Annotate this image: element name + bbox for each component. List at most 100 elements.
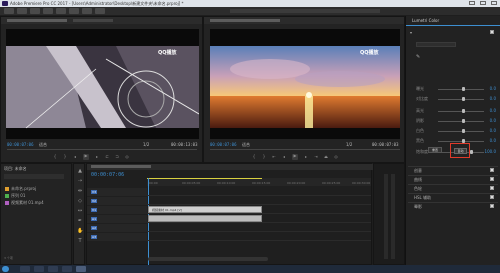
menu-clip[interactable]: [30, 8, 40, 14]
step-back-icon[interactable]: ◂: [282, 155, 286, 159]
export-frame-icon[interactable]: ◎: [125, 155, 129, 159]
timeline-timecode[interactable]: 00:00:07:06: [91, 172, 124, 178]
slider-exposure[interactable]: 曝光 0.0: [410, 86, 496, 92]
slider-contrast[interactable]: 对比度 0.0: [410, 96, 496, 102]
hsl-secondary-checkbox[interactable]: [490, 195, 494, 199]
video-clip[interactable]: 视频素材 01.mp4 [V]: [148, 206, 262, 213]
program-scrub-bar[interactable]: [210, 149, 400, 150]
track-select-icon[interactable]: ⇢: [77, 178, 83, 184]
audio-clip[interactable]: [148, 215, 262, 222]
source-fit-label[interactable]: 适合: [39, 142, 47, 148]
effect-controls-tab[interactable]: [73, 19, 113, 22]
slider-knob[interactable]: [462, 119, 465, 123]
basic-correction-checkbox[interactable]: [490, 30, 494, 34]
slider-knob[interactable]: [462, 129, 465, 133]
type-tool-icon[interactable]: T: [77, 238, 83, 244]
creative-section[interactable]: 创意: [408, 166, 498, 173]
color-wheels-checkbox[interactable]: [490, 186, 494, 190]
sequence-tab[interactable]: [91, 165, 151, 168]
menu-window[interactable]: [82, 8, 92, 14]
step-forward-icon[interactable]: ▸: [95, 155, 99, 159]
mark-in-icon[interactable]: {: [252, 155, 256, 159]
taskbar-app[interactable]: [20, 266, 30, 272]
taskbar-app[interactable]: [48, 266, 58, 272]
project-item[interactable]: 未命名.prproj: [5, 186, 36, 192]
razor-tool-icon[interactable]: ◇: [77, 198, 83, 204]
program-monitor-tab[interactable]: [210, 19, 280, 22]
work-area-bar[interactable]: [147, 178, 262, 179]
maximize-button[interactable]: [480, 1, 486, 5]
minimize-button[interactable]: [469, 1, 475, 5]
menu-edit[interactable]: [17, 8, 27, 14]
play-button[interactable]: ▶: [83, 154, 89, 160]
slider-knob[interactable]: [470, 150, 473, 154]
source-scrub-bar[interactable]: [7, 149, 197, 150]
source-zoom-label[interactable]: 1/2: [143, 142, 149, 147]
ripple-edit-icon[interactable]: ⇹: [77, 188, 83, 194]
selection-tool-icon[interactable]: ▲: [77, 168, 83, 174]
menu-sequence[interactable]: [43, 8, 53, 14]
slider-knob[interactable]: [462, 87, 465, 91]
menu-file[interactable]: [4, 8, 14, 14]
basic-correction-header[interactable]: ▾: [408, 29, 498, 36]
start-button[interactable]: [2, 266, 9, 272]
mark-in-icon[interactable]: {: [53, 155, 57, 159]
mark-out-icon[interactable]: }: [262, 155, 266, 159]
workspace-tabs[interactable]: [230, 9, 380, 13]
track-target-button[interactable]: V2: [91, 199, 97, 203]
go-to-in-icon[interactable]: ⇤: [272, 155, 276, 159]
track-target-button[interactable]: V1: [91, 208, 97, 212]
auto-button[interactable]: 自动: [454, 148, 467, 154]
menu-help[interactable]: [95, 8, 105, 14]
timeline-scrollbar[interactable]: [148, 257, 268, 261]
menu-title[interactable]: [69, 8, 79, 14]
vignette-section[interactable]: 晕影: [408, 202, 498, 209]
step-forward-icon[interactable]: ▸: [304, 155, 308, 159]
creative-checkbox[interactable]: [490, 168, 494, 172]
taskbar-app[interactable]: [34, 266, 44, 272]
curves-section[interactable]: 曲线: [408, 175, 498, 182]
hand-tool-icon[interactable]: ✋: [77, 228, 83, 234]
vignette-checkbox[interactable]: [490, 204, 494, 208]
close-button[interactable]: [491, 1, 497, 5]
project-item[interactable]: 序列 01: [5, 193, 25, 199]
project-search-input[interactable]: [4, 174, 64, 179]
slider-knob[interactable]: [462, 97, 465, 101]
insert-icon[interactable]: ⊏: [105, 155, 109, 159]
export-frame-icon[interactable]: ◎: [334, 155, 338, 159]
project-item[interactable]: 视频素材 01.mp4: [5, 200, 44, 206]
menu-marker[interactable]: [56, 8, 66, 14]
slider-knob[interactable]: [462, 109, 465, 113]
play-button[interactable]: ▶: [292, 154, 298, 160]
timeline-ruler[interactable]: 00:00 00:00:05:00 00:00:10:00 00:00:15:0…: [147, 178, 371, 186]
slider-highlights[interactable]: 高光 0.0: [410, 108, 496, 114]
overwrite-icon[interactable]: ⊐: [115, 155, 119, 159]
step-back-icon[interactable]: ◂: [73, 155, 77, 159]
taskbar-app-premiere[interactable]: [76, 266, 86, 272]
lut-dropdown[interactable]: [416, 42, 456, 47]
eyedropper-icon[interactable]: ✎: [416, 54, 422, 60]
mark-out-icon[interactable]: }: [63, 155, 67, 159]
go-to-out-icon[interactable]: ⇥: [314, 155, 318, 159]
slider-whites[interactable]: 白色 0.0: [410, 128, 496, 134]
program-fit-label[interactable]: 适合: [242, 142, 250, 148]
taskbar-app[interactable]: [62, 266, 72, 272]
track-target-button[interactable]: A1: [91, 217, 97, 221]
track-target-button[interactable]: V3: [91, 190, 97, 194]
curves-checkbox[interactable]: [490, 177, 494, 181]
source-monitor-tab[interactable]: [7, 19, 67, 22]
slider-shadows[interactable]: 阴影 0.0: [410, 118, 496, 124]
track-target-button[interactable]: A2: [91, 226, 97, 230]
source-video-frame[interactable]: QQ播放: [6, 29, 199, 139]
program-video-frame[interactable]: QQ播放: [210, 29, 400, 139]
color-wheels-section[interactable]: 色轮: [408, 184, 498, 191]
project-title[interactable]: 项目: 未命名: [4, 166, 27, 172]
lift-icon[interactable]: ⏏: [324, 155, 328, 159]
pen-tool-icon[interactable]: ✒: [77, 218, 83, 224]
program-zoom-label[interactable]: 1/2: [346, 142, 352, 147]
hsl-secondary-section[interactable]: HSL 辅助: [408, 193, 498, 200]
lumetri-title[interactable]: Lumetri Color: [412, 18, 439, 23]
slip-tool-icon[interactable]: ↔: [77, 208, 83, 214]
track-target-button[interactable]: A3: [91, 235, 97, 239]
reset-button[interactable]: 重置: [428, 147, 442, 153]
